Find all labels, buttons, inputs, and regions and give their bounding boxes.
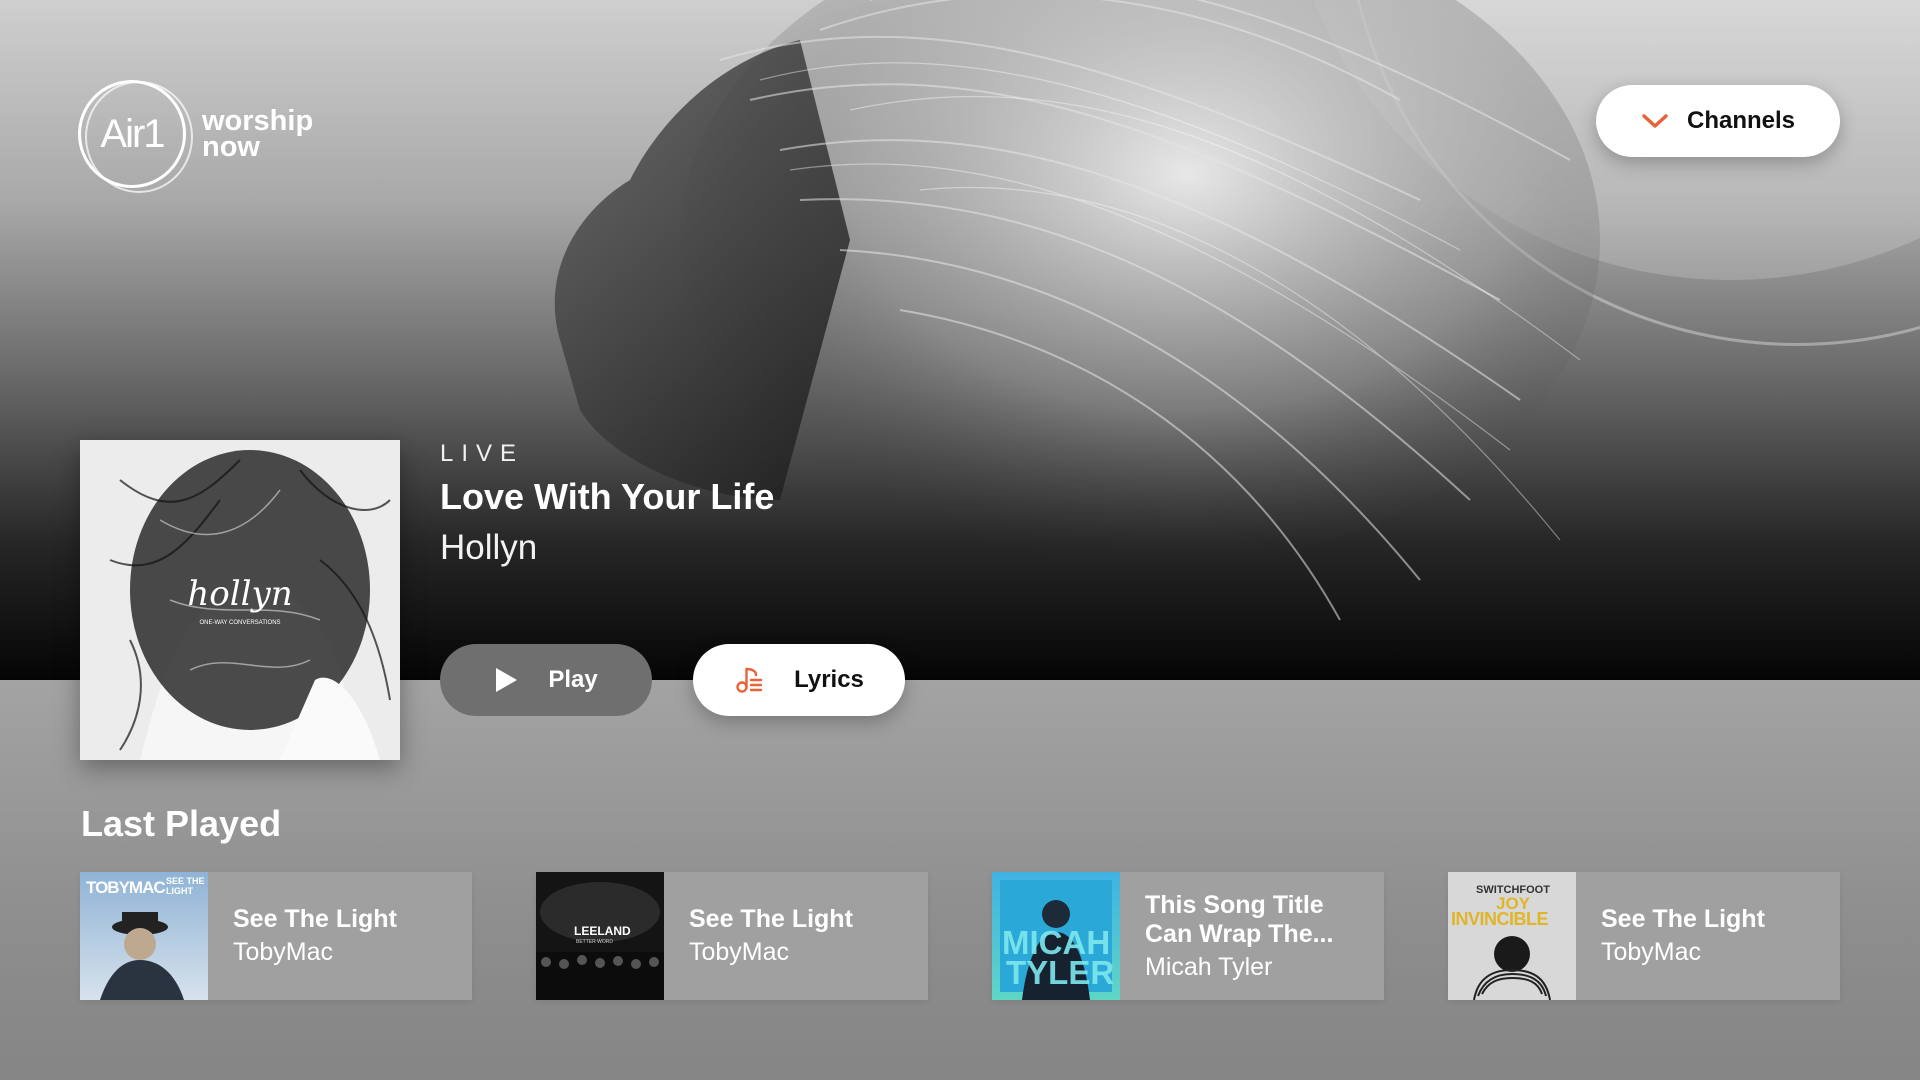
play-label: Play <box>548 666 598 693</box>
now-playing-cover: hollyn ONE-WAY CONVERSATIONS <box>80 440 400 760</box>
track-meta: See The Light TobyMac <box>208 905 413 967</box>
lyrics-icon <box>736 667 763 693</box>
now-playing-title: Love With Your Life <box>440 476 775 517</box>
track-meta: See The Light TobyMac <box>1576 905 1781 967</box>
hero-artist-photo <box>554 0 1600 621</box>
channels-label: Channels <box>1686 107 1796 134</box>
live-badge: LIVE <box>440 440 525 467</box>
lyrics-label: Lyrics <box>794 666 864 693</box>
cover-subtitle-text: ONE-WAY CONVERSATIONS <box>199 620 280 626</box>
last-played-item[interactable]: SWITCHFOOT JOY INVINCIBLE See The Light … <box>1448 872 1840 1000</box>
album-art: MICAH TYLER <box>992 872 1120 1000</box>
album-art-figure <box>100 912 184 1000</box>
logo-ring: Air1 <box>78 80 193 193</box>
last-played-heading: Last Played <box>81 803 282 844</box>
channels-button[interactable]: Channels <box>1596 85 1840 157</box>
play-icon <box>496 668 518 692</box>
album-art: SWITCHFOOT JOY INVINCIBLE <box>1448 872 1576 1000</box>
track-artist: TobyMac <box>1601 938 1702 966</box>
lyrics-button[interactable]: Lyrics <box>693 644 905 716</box>
app-logo: Air1 worship now <box>78 80 313 193</box>
track-title: See The Light <box>689 905 853 933</box>
track-artist: TobyMac <box>689 938 790 966</box>
last-played-item[interactable]: TOBYMAC SEE THE LIGHT See The Light Toby… <box>80 872 472 1000</box>
track-title: See The Light <box>233 905 397 933</box>
album-art: TOBYMAC SEE THE LIGHT <box>80 872 208 1000</box>
track-title: See The Light <box>1601 905 1765 933</box>
album-art-text-line2: TYLER <box>1006 954 1115 991</box>
track-meta: See The Light TobyMac <box>664 905 869 967</box>
now-playing-artist: Hollyn <box>440 528 538 567</box>
logo-mark: Air1 <box>100 111 165 156</box>
album-art-figure <box>1473 936 1551 1000</box>
cover-art: hollyn ONE-WAY CONVERSATIONS <box>80 440 400 760</box>
last-played-item[interactable]: MICAH TYLER This Song Title Can Wrap The… <box>992 872 1384 1000</box>
album-art-text: LEELAND <box>574 924 631 938</box>
track-artist: Micah Tyler <box>1145 952 1273 981</box>
track-artist: TobyMac <box>233 938 334 966</box>
last-played-item[interactable]: LEELAND BETTER WORD See The Light TobyMa… <box>536 872 928 1000</box>
play-button[interactable]: Play <box>440 644 652 716</box>
track-title: This Song Title Can Wrap The... <box>1145 890 1334 948</box>
track-meta: This Song Title Can Wrap The... Micah Ty… <box>1120 891 1361 982</box>
chevron-down-icon <box>1642 114 1668 128</box>
cover-title-text: hollyn <box>187 574 292 614</box>
logo-tagline: worship now <box>202 107 313 163</box>
logo-tagline-line2: now <box>202 131 260 163</box>
album-art: LEELAND BETTER WORD <box>536 872 664 1000</box>
album-art-subtext: BETTER WORD <box>576 939 613 945</box>
